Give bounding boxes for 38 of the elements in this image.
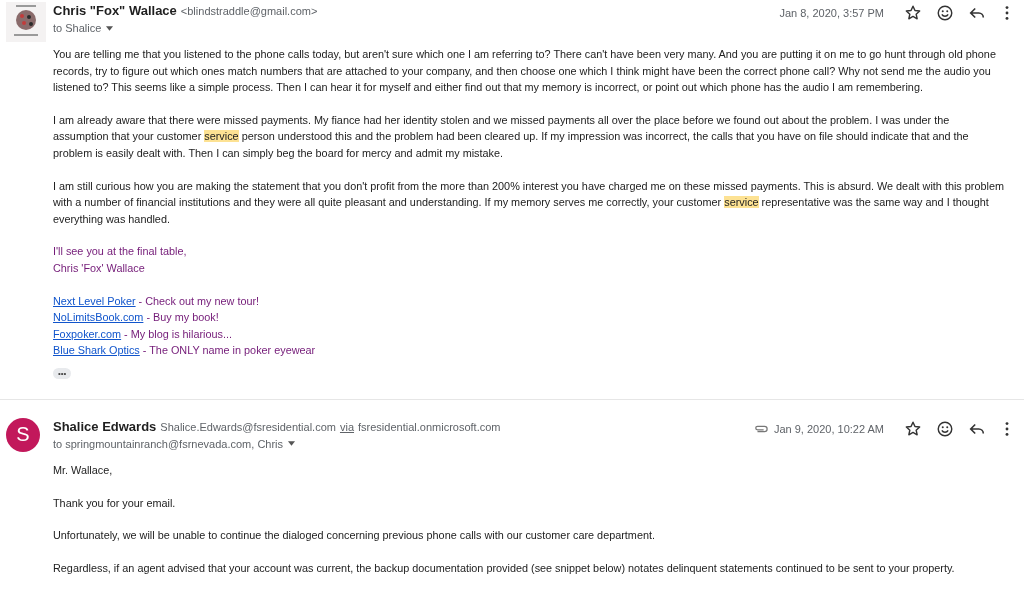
avatar: S <box>6 417 40 452</box>
signature-line: Chris 'Fox' Wallace <box>53 260 146 276</box>
via-domain: fsresidential.onmicrosoft.com <box>358 420 501 433</box>
emoji-icon[interactable] <box>936 4 954 22</box>
message-paragraph: I am already aware that there were missed payments. My fiance had her identity stolen and we missed payments all over the place before we found out about the problem. I was under the assumption that your customer service person understood this and the problem had been cleared up. If my impression was incorrect, the calls that you have on file should indicate that and the problem is easily dealt with. Then I can simply beg the board for mercy and admit my mistake. <box>53 112 970 161</box>
message-paragraph: Thank you for your email. <box>53 495 177 511</box>
message-paragraph: Regardless, if an agent advised that your account was current, the backup documentation provided (see snippet below) notates delinquent statements continued to be sent to your property. <box>53 560 956 576</box>
message-paragraph: You are telling me that you listened to the phone calls today, but aren't sure which one I am referring to? There can't have been very many. And you are putting it on me to go hunt through old phone records, try to figure out which ones match numbers that are attached to your company, and then choose one which I think might have been the correct phone call? Why not send me the audio you listened to? This seems like a simple process. Then I can hear it for myself and either find out that my memory is incorrect, or point out which phone has the audio I am remembering. <box>53 47 997 96</box>
caret-icon[interactable] <box>288 441 296 447</box>
sender-email: Shalice.Edwards@fsresidential.com <box>160 420 336 433</box>
signature-line: I'll see you at the final table, <box>53 244 188 260</box>
emoji-icon[interactable] <box>936 419 954 438</box>
message-paragraph: Mr. Wallace, <box>53 462 114 478</box>
signature-link[interactable]: Next Level Poker <box>53 294 136 307</box>
message-date: Jan 8, 2020, 3:57 PM <box>779 7 884 19</box>
recipients: to Shalice <box>53 22 102 34</box>
sender-email: <blindstraddle@gmail.com> <box>180 5 318 17</box>
sender-name: Shalice Edwards <box>53 418 157 434</box>
message-paragraph: I am still curious how you are making the statement that you don't profit from the more than 200% interest you have charged me on these missed payments. This is absurd. We dealt with this problem with a number of financial institutions and they were all quite pleasant and understanding. If my memory serves me correctly, your customer service representative was the same way and I thought everything was handled. <box>53 178 1005 227</box>
signature-link[interactable]: NoLimitsBook.com <box>53 311 144 324</box>
link-description: - Check out my new tour! <box>137 294 260 307</box>
recipients: to springmountainranch@fsrnevada.com, Chris <box>53 437 284 450</box>
via-link[interactable]: via <box>339 420 355 433</box>
star-icon[interactable] <box>904 4 922 22</box>
message-date: Jan 9, 2020, 10:22 AM <box>773 422 884 435</box>
link-description: - Buy my book! <box>145 311 219 324</box>
link-description: - My blog is hilarious... <box>123 327 232 340</box>
more-icon[interactable] <box>1004 419 1010 438</box>
caret-icon[interactable] <box>106 25 114 31</box>
more-icon[interactable] <box>1004 4 1010 22</box>
paperclip-icon <box>753 424 768 434</box>
link-description: - The ONLY name in poker eyewear <box>141 344 316 357</box>
sender-name: Chris "Fox" Wallace <box>53 3 177 18</box>
show-trimmed-button[interactable]: ••• <box>53 367 72 379</box>
signature-link[interactable]: Blue Shark Optics <box>53 344 140 357</box>
message-paragraph: Unfortunately, we will be unable to continue the dialoged concerning previous phone calls with our customer care department. <box>53 528 656 544</box>
signature-link[interactable]: Foxpoker.com <box>53 327 122 340</box>
star-icon[interactable] <box>904 419 922 438</box>
